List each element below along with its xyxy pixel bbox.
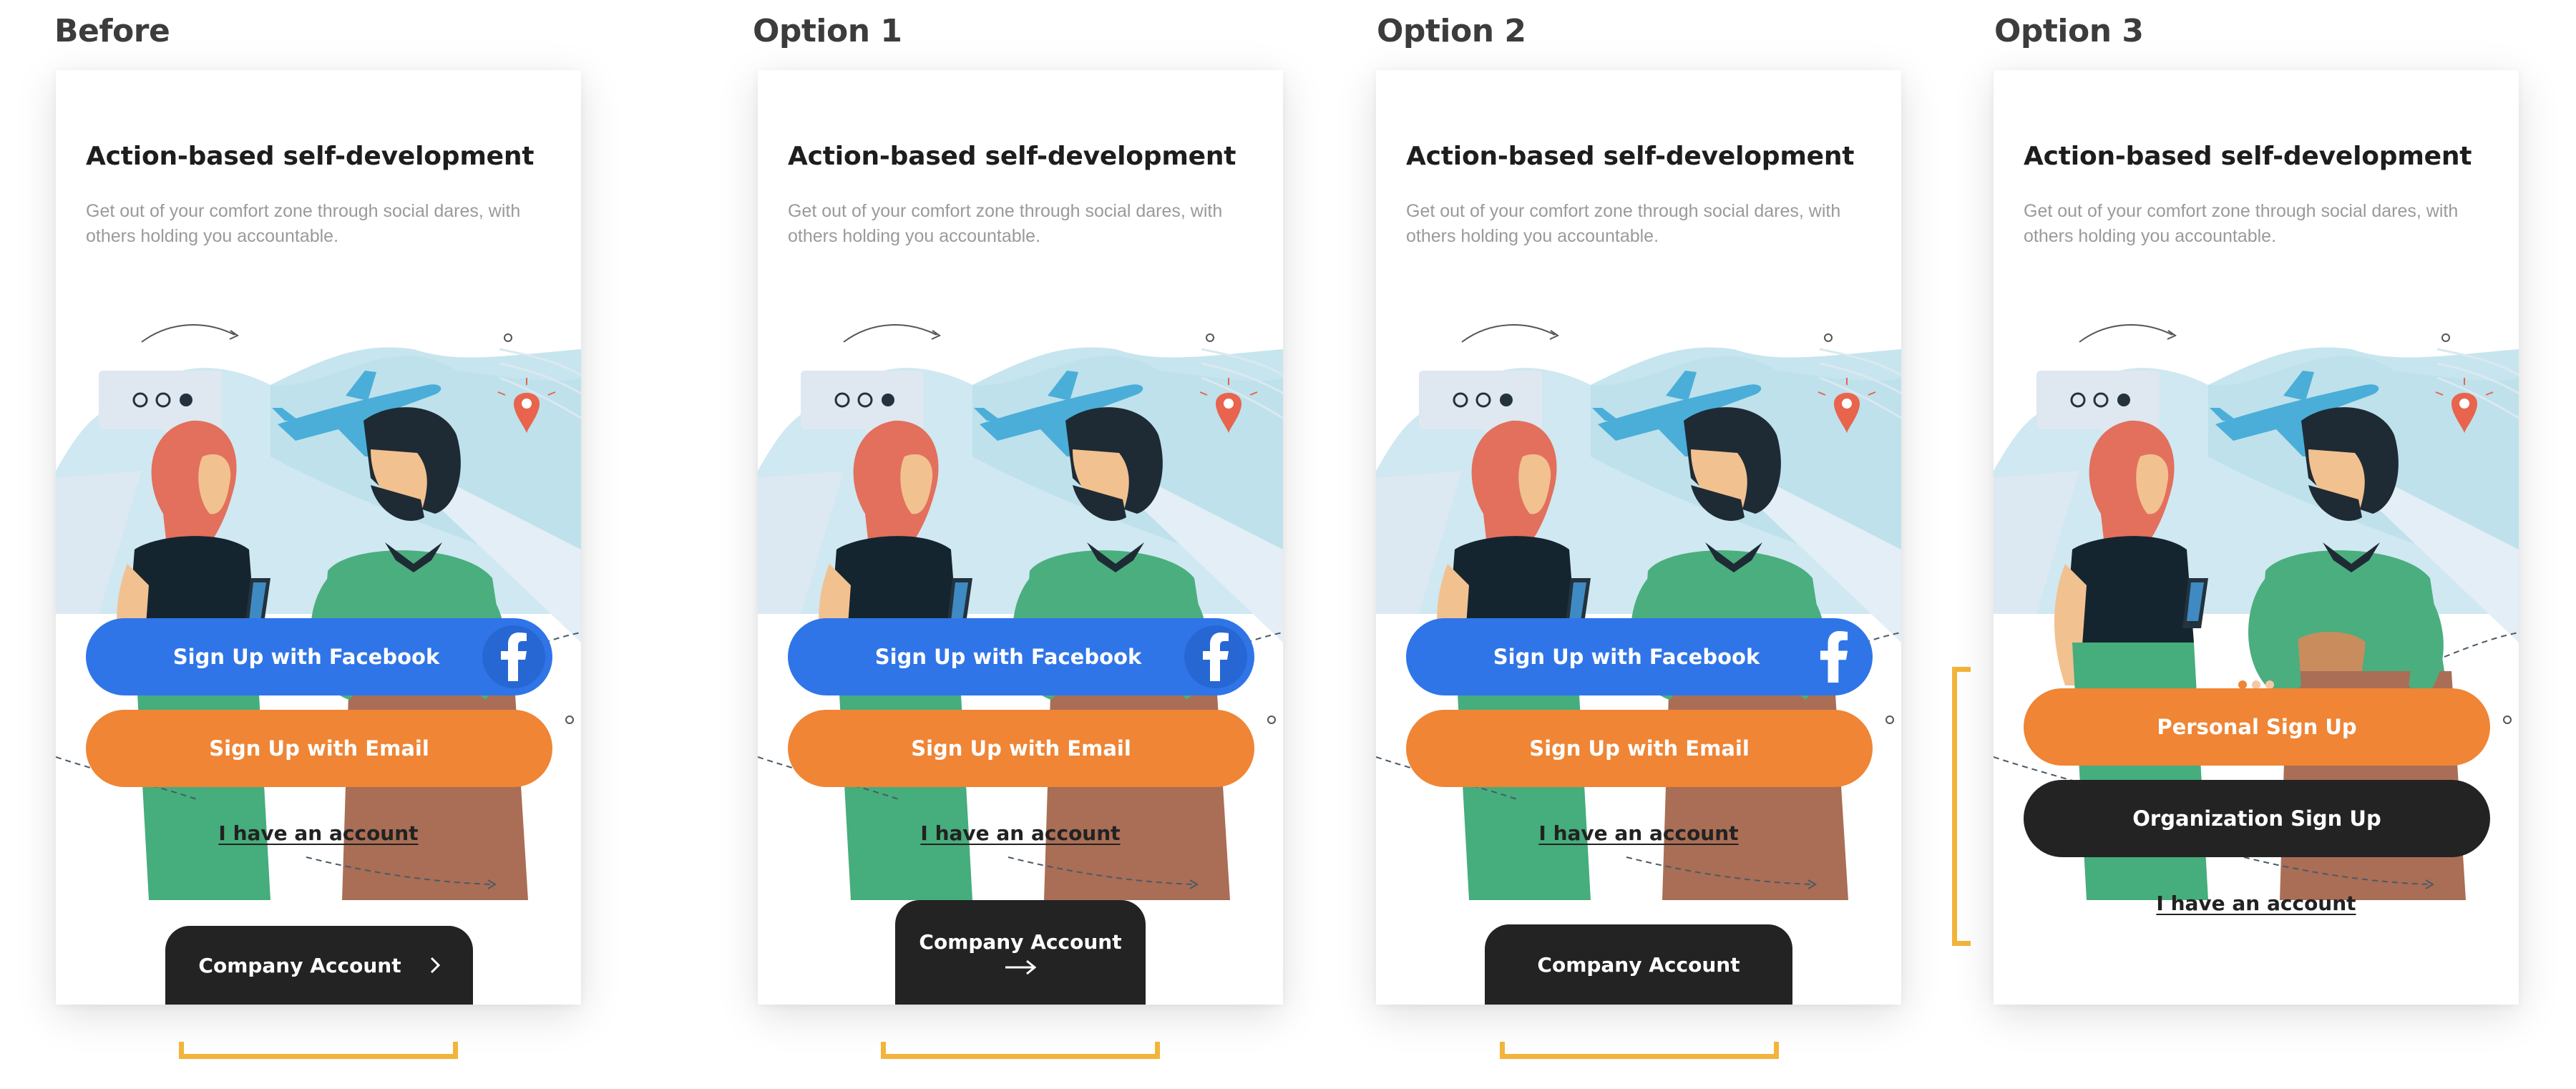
company-account-button[interactable]: Company Account [1485, 924, 1792, 1005]
facebook-signup-button[interactable]: Sign Up with Facebook [788, 618, 1254, 695]
screen-option-2: Action-based self-development Get out of… [1376, 70, 1901, 1005]
facebook-f-icon [1802, 625, 1865, 688]
highlight-bracket [179, 1042, 458, 1059]
headline: Action-based self-development [86, 142, 535, 171]
have-account-link[interactable]: I have an account [758, 821, 1283, 845]
company-account-label: Company Account [198, 953, 401, 977]
highlight-bracket [881, 1042, 1160, 1059]
subtitle: Get out of your comfort zone through soc… [2024, 201, 2459, 246]
arrow-right-icon [1005, 959, 1037, 975]
have-account-link[interactable]: I have an account [56, 821, 581, 845]
facebook-signup-label: Sign Up with Facebook [172, 645, 440, 669]
subtitle: Get out of your comfort zone through soc… [1406, 201, 1841, 246]
company-account-label: Company Account [919, 929, 1122, 954]
email-signup-button[interactable]: Sign Up with Email [86, 710, 552, 787]
email-signup-button[interactable]: Sign Up with Email [1406, 710, 1873, 787]
screen-option-1: Action-based self-development Get out of… [758, 70, 1283, 1005]
facebook-signup-button[interactable]: Sign Up with Facebook [1406, 618, 1873, 695]
facebook-signup-button[interactable]: Sign Up with Facebook [86, 618, 552, 695]
label-option-1: Option 1 [753, 13, 902, 49]
highlight-bracket [1500, 1042, 1779, 1059]
label-option-2: Option 2 [1377, 13, 1526, 49]
screen-before: Action-based self-development Get out of… [56, 70, 581, 1005]
facebook-f-icon [482, 625, 545, 688]
facebook-signup-label: Sign Up with Facebook [874, 645, 1142, 669]
subtitle: Get out of your comfort zone through soc… [86, 201, 521, 246]
headline: Action-based self-development [788, 142, 1236, 171]
organization-signup-button[interactable]: Organization Sign Up [2024, 780, 2490, 857]
highlight-bracket [1952, 667, 1971, 946]
company-account-label: Company Account [1537, 952, 1740, 977]
subtitle: Get out of your comfort zone through soc… [788, 201, 1223, 246]
headline: Action-based self-development [1406, 142, 1855, 171]
personal-signup-button[interactable]: Personal Sign Up [2024, 688, 2490, 766]
have-account-link[interactable]: I have an account [1994, 892, 2519, 915]
headline: Action-based self-development [2024, 142, 2472, 171]
company-account-button[interactable]: Company Account [895, 900, 1146, 1005]
facebook-f-icon [1184, 625, 1247, 688]
hero-illustration [1376, 323, 1901, 900]
label-option-3: Option 3 [1994, 13, 2144, 49]
hero-illustration [56, 323, 581, 900]
have-account-link[interactable]: I have an account [1376, 821, 1901, 845]
label-before: Before [54, 13, 170, 49]
email-signup-button[interactable]: Sign Up with Email [788, 710, 1254, 787]
screen-option-3: Action-based self-development Get out of… [1994, 70, 2519, 1005]
chevron-right-icon [430, 957, 440, 974]
company-account-button[interactable]: Company Account [165, 926, 473, 1005]
facebook-signup-label: Sign Up with Facebook [1493, 645, 1760, 669]
hero-illustration [758, 323, 1283, 900]
